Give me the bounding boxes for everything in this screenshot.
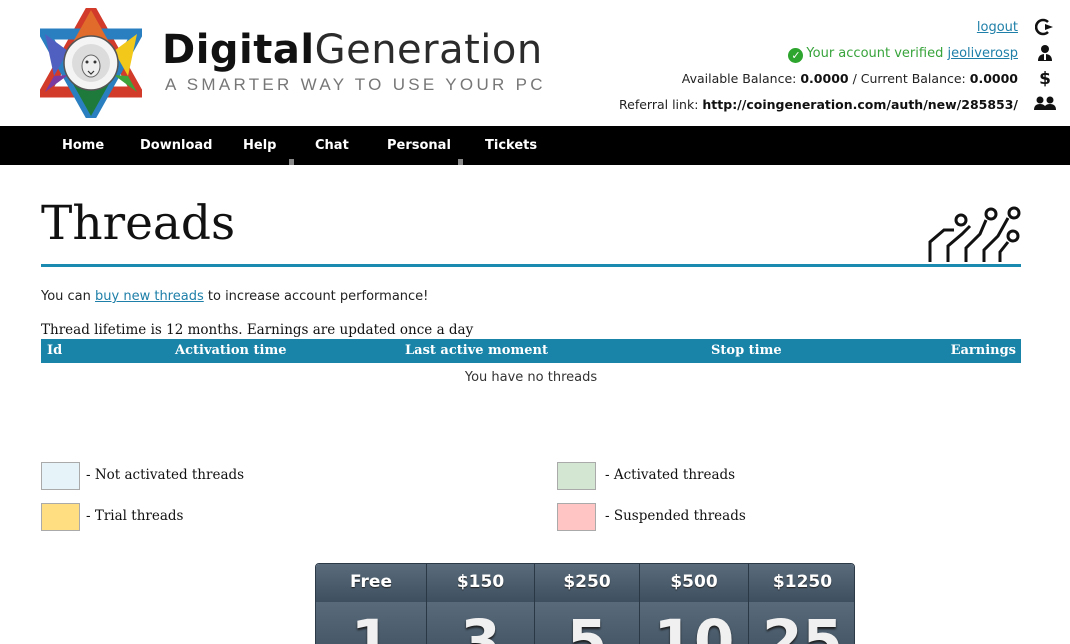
plan-thread-count: 25 (749, 602, 854, 644)
referral-url[interactable]: http://coingeneration.com/auth/new/28585… (702, 97, 1018, 112)
lifetime-note: Thread lifetime is 12 months. Earnings a… (41, 322, 474, 338)
main-nav: Home Download Help Chat Personal Tickets (0, 126, 1070, 165)
buy-threads-link[interactable]: buy new threads (95, 289, 204, 304)
legend-label-suspended: - Suspended threads (605, 508, 746, 524)
legend-label-not-activated: - Not activated threads (86, 467, 245, 483)
nav-download[interactable]: Download (140, 126, 212, 165)
circuit-threads-icon (926, 204, 1022, 264)
plan-thread-count: 1 (316, 602, 426, 644)
intro-text: You can buy new threads to increase acco… (41, 289, 428, 304)
plan-price: $1250 (749, 564, 854, 602)
lion-star-logo-icon[interactable] (35, 0, 147, 128)
check-circle-icon: ✓ (788, 48, 804, 63)
balance-row: Available Balance: 0.0000 / Current Bala… (681, 69, 1051, 89)
verified-text: Your account verified (806, 46, 944, 61)
referral-row: Referral link: http://coingeneration.com… (619, 96, 1056, 112)
column-header-earnings[interactable]: Earnings (951, 343, 1016, 358)
legend-swatch-activated (557, 462, 596, 490)
nav-help[interactable]: Help (243, 126, 276, 165)
legend-label-activated: - Activated threads (605, 467, 736, 483)
empty-table-message: You have no threads (464, 370, 598, 385)
pricing-plan-150[interactable]: $150 3 (427, 564, 535, 644)
brand-name[interactable]: DigitalGeneration (162, 27, 543, 73)
pricing-plan-500[interactable]: $500 10 (640, 564, 749, 644)
site-header: DigitalGeneration A SMARTER WAY TO USE Y… (0, 0, 1070, 128)
plan-thread-count: 10 (640, 602, 748, 644)
username-link[interactable]: jeoliverosp (947, 46, 1018, 61)
verified-row: ✓ Your account verified jeoliverosp (788, 45, 1052, 63)
brand-name-bold: Digital (162, 27, 315, 73)
nav-chat[interactable]: Chat (315, 126, 349, 165)
legend-label-trial: - Trial threads (86, 508, 184, 524)
logout-icon[interactable] (1034, 18, 1056, 38)
column-header-activation-time[interactable]: Activation time (175, 343, 286, 358)
user-icon (1034, 44, 1056, 64)
available-balance-value: 0.0000 (800, 71, 849, 86)
threads-table-header: Id Activation time Last active moment St… (41, 339, 1021, 363)
referral-label: Referral link: (619, 97, 699, 112)
logout-link[interactable]: logout (977, 20, 1018, 35)
column-header-last-active[interactable]: Last active moment (405, 343, 548, 358)
legend-swatch-suspended (557, 503, 596, 531)
users-icon (1034, 95, 1056, 115)
current-balance-value: 0.0000 (969, 71, 1018, 86)
logout-row: logout (977, 18, 1053, 36)
column-header-stop-time[interactable]: Stop time (711, 343, 782, 358)
title-rule (41, 264, 1021, 267)
pricing-plan-free[interactable]: Free 1 (316, 564, 427, 644)
nav-divider (289, 159, 294, 165)
pricing-table: Free 1 $150 3 $250 5 $500 10 $1250 25 (315, 563, 855, 644)
pricing-plan-1250[interactable]: $1250 25 (749, 564, 854, 644)
current-balance-label: / Current Balance: (852, 71, 966, 86)
nav-personal[interactable]: Personal (387, 126, 451, 165)
dollar-icon: $ (1039, 69, 1051, 89)
plan-price: $500 (640, 564, 748, 602)
intro-after: to increase account performance! (203, 289, 429, 304)
plan-price: Free (316, 564, 426, 602)
page-title: Threads (41, 196, 236, 251)
legend-swatch-not-activated (41, 462, 80, 490)
plan-thread-count: 3 (427, 602, 534, 644)
intro-before: You can (41, 289, 96, 304)
available-balance-label: Available Balance: (681, 71, 797, 86)
nav-tickets[interactable]: Tickets (485, 126, 537, 165)
legend-swatch-trial (41, 503, 80, 531)
plan-thread-count: 5 (535, 602, 639, 644)
column-header-id[interactable]: Id (47, 343, 62, 358)
pricing-plan-250[interactable]: $250 5 (535, 564, 640, 644)
brand-tagline: A SMARTER WAY TO USE YOUR PC (165, 75, 546, 94)
brand-name-light: Generation (314, 27, 543, 73)
nav-divider (458, 159, 463, 165)
plan-price: $150 (427, 564, 534, 602)
nav-home[interactable]: Home (62, 126, 104, 165)
plan-price: $250 (535, 564, 639, 602)
